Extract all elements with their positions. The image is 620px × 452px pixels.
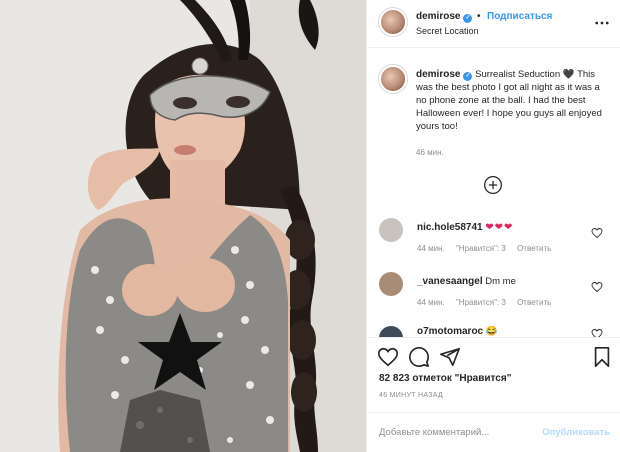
plus-circle-icon[interactable]	[483, 175, 503, 195]
caption-timestamp: 46 мин.	[416, 148, 444, 157]
comment-like-heart-icon[interactable]	[591, 328, 603, 337]
follow-button[interactable]: Подписаться	[487, 11, 552, 22]
comment-like-heart-icon[interactable]	[591, 281, 603, 293]
post-timestamp: 46 МИНУТ НАЗАД	[379, 392, 444, 399]
verified-badge-icon: ✓	[463, 72, 473, 81]
comment-meta: 44 мин. "Нравится": 3 Ответить	[417, 244, 560, 253]
author-username[interactable]: demirose	[416, 11, 460, 22]
more-icon[interactable]	[593, 14, 611, 32]
bookmark-icon[interactable]	[591, 346, 613, 368]
caption-text: demirose ✓ Surrealist Seduction 🖤 This wa…	[416, 68, 612, 133]
heart-icon[interactable]	[377, 346, 399, 368]
comment-time: 44 мин.	[417, 298, 445, 307]
comment-body: o7motomaroc 😂	[417, 326, 498, 337]
post-side-panel: demirose ✓ • Подписаться Secret Location …	[366, 0, 620, 452]
post-header: demirose ✓ • Подписаться Secret Location	[367, 0, 620, 48]
comment-body: _vanesaangel Dm me	[417, 276, 516, 287]
share-icon[interactable]	[439, 346, 461, 368]
black-heart-icon: 🖤	[562, 69, 575, 80]
commenter-username[interactable]: o7motomaroc	[417, 326, 483, 337]
author-avatar[interactable]	[379, 8, 407, 36]
caption-title: Surrealist Seduction	[475, 69, 561, 80]
caption-avatar[interactable]	[379, 65, 407, 93]
add-comment-bar: Добавьте комментарий... Опубликовать	[367, 412, 620, 452]
action-bar	[367, 337, 620, 377]
comment-body: nic.hole58741 ❤❤❤	[417, 222, 513, 233]
comment-item: _vanesaangel Dm me 44 мин. "Нравится": 3…	[367, 272, 620, 318]
commenter-username[interactable]: _vanesaangel	[417, 276, 483, 287]
comment-time: 44 мин.	[417, 244, 445, 253]
comment-icon[interactable]	[408, 346, 430, 368]
comment-text: ❤❤❤	[485, 222, 514, 233]
commenter-avatar[interactable]	[379, 326, 403, 337]
likes-count[interactable]: 82 823 отметок "Нравится"	[379, 373, 511, 384]
commenter-username[interactable]: nic.hole58741	[417, 222, 483, 233]
comment-input[interactable]: Добавьте комментарий...	[379, 427, 489, 438]
author-username-row: demirose ✓	[416, 11, 473, 23]
reply-button[interactable]: Ответить	[517, 298, 551, 307]
comment-meta: 44 мин. "Нравится": 3 Ответить	[417, 298, 560, 307]
comment-text: Dm me	[485, 276, 516, 287]
reply-button[interactable]: Ответить	[517, 244, 551, 253]
post-location[interactable]: Secret Location	[416, 26, 479, 36]
post-photo[interactable]	[0, 0, 366, 452]
comment-like-heart-icon[interactable]	[591, 227, 603, 239]
comment-likes[interactable]: "Нравится": 3	[456, 244, 506, 253]
caption-username[interactable]: demirose	[416, 69, 460, 80]
comment-text: 😂	[485, 326, 498, 337]
commenter-avatar[interactable]	[379, 218, 403, 242]
commenter-avatar[interactable]	[379, 272, 403, 296]
verified-badge-icon: ✓	[463, 14, 473, 23]
comment-item: o7motomaroc 😂	[367, 326, 620, 337]
photo-illustration	[0, 0, 366, 452]
comment-likes[interactable]: "Нравится": 3	[456, 298, 506, 307]
publish-button[interactable]: Опубликовать	[542, 427, 610, 438]
header-separator: •	[477, 11, 481, 22]
comment-item: nic.hole58741 ❤❤❤ 44 мин. "Нравится": 3 …	[367, 218, 620, 264]
